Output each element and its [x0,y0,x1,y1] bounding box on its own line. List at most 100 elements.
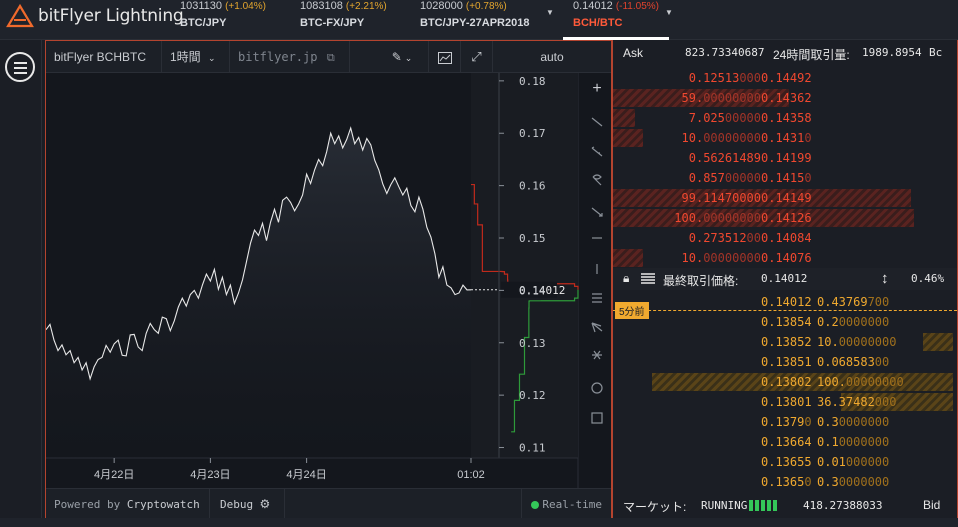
ask-total: 823.73340687 [685,46,765,59]
bid-size: 0.30000000 [817,475,890,489]
bid-price: 0.13801 [761,395,812,409]
scale-select[interactable]: auto [493,41,611,73]
gear-icon: ⚙ [259,497,271,511]
order-book-footer: マーケット: RUNNING 418.27388033 Bid [613,495,957,517]
ask-price: 0.14126 [761,211,812,225]
ask-row[interactable]: 0.56261489 0.14199 [613,148,957,168]
chart-footer: Powered by Cryptowatch Debug ⚙ Real-time [46,488,611,519]
ask-size: 59.00000000 [681,91,761,105]
left-sidebar [0,40,42,527]
ask-row[interactable]: 99.11470000 0.14149 [613,188,957,208]
y-tick-label: 0.13 [519,337,546,350]
market-tab-btc-jpy[interactable]: 1031130 (+1.04%) BTC/JPY [180,0,266,40]
crosshair-icon[interactable]: + [592,80,601,97]
top-bar: bitFlyer Lightning 1031130 (+1.04%) BTC/… [0,0,958,40]
five-min-marker: 5分前 [613,302,957,319]
market-name: BTC-FX/JPY [300,17,365,29]
ask-row[interactable]: 0.12513000 0.14492 [613,68,957,88]
indicators-button[interactable] [429,41,461,73]
hamburger-menu-icon[interactable] [5,52,35,82]
bid-price: 0.13790 [761,415,812,429]
logo[interactable]: bitFlyer Lightning [6,4,184,28]
market-change: (+2.21%) [345,1,387,12]
market-price: 1031130 [180,0,223,12]
market-name: BCH/BTC [573,17,623,29]
y-tick-label: 0.18 [519,75,546,88]
ask-row[interactable]: 100.00000000 0.14126 [613,208,957,228]
market-tab-btc-jpy-future[interactable]: 1028000 (+0.78%) BTC/JPY-27APR2018 ▼ [420,0,554,40]
bid-size: 0.10000000 [817,435,890,449]
ask-row[interactable]: 10.00000000 0.14076 [613,248,957,268]
interval-label: 1時間 [170,50,201,64]
powered-by-text: Powered by [54,498,127,511]
ask-price: 0.14149 [761,191,812,205]
market-price: 0.14012 [573,0,613,12]
bid-row[interactable]: 0.13801 36.37482000 [613,392,957,412]
bid-row[interactable]: 0.13790 0.30000000 [613,412,957,432]
x-tick-label: 4月22日 [94,469,134,481]
bitflyer-logo-icon [6,4,34,28]
chevron-down-icon: ⌄ [404,53,413,63]
scale-label: auto [540,50,564,64]
debug-button[interactable]: Debug ⚙ [220,489,270,519]
bid-row[interactable]: 0.13802 100.00000000 [613,372,957,392]
ask-size: 7.02500000 [688,111,761,125]
status-dot-icon [531,500,539,509]
signal-bars-icon [749,500,777,511]
bid-row[interactable]: 0.13650 0.30000000 [613,472,957,492]
realtime-indicator[interactable]: Real-time [531,489,602,519]
bid-depth-bar [922,333,953,351]
bid-size: 0.30000000 [817,415,890,429]
ask-depth-bar [613,109,636,127]
bid-row[interactable]: 0.13851 0.06858300 [613,352,957,372]
fullscreen-button[interactable]: ⤢ [461,41,493,73]
order-book-header: Ask 823.73340687 24時間取引量: 1989.8954 Bc [613,43,957,65]
draw-tool-menu[interactable]: ✎ ⌄ [376,41,429,73]
bid-row[interactable]: 0.13664 0.10000000 [613,432,957,452]
bid-price: 0.13852 [761,335,812,349]
market-name: BTC/JPY-27APR2018 [420,17,530,29]
last-price-value: 0.14012 [761,272,808,285]
price-chart[interactable]: 0.14012 0.18 0.17 0.16 0.15 0.14 0.13 0.12 0.11… [45,73,611,488]
bid-row[interactable]: 0.13852 10.00000000 [613,332,957,352]
bottom-panel-edge [0,518,958,527]
chevron-down-icon[interactable]: ▼ [546,8,554,17]
market-tab-btc-fx-jpy[interactable]: 1083108 (+2.21%) BTC-FX/JPY [300,0,387,40]
last-change: 0.46% [911,272,945,285]
powered-by-brand: Cryptowatch [126,498,200,511]
ask-row[interactable]: 0.27351200 0.14084 [613,228,957,248]
bid-size: 100.00000000 [817,375,904,389]
y-tick-label: 0.17 [519,127,546,140]
ask-size: 10.00000000 [681,131,761,145]
interval-select[interactable]: 1時間 ⌄ [162,41,230,73]
list-icon[interactable] [641,273,655,285]
five-min-badge: 5分前 [615,302,649,319]
bid-row[interactable]: 0.13655 0.01000000 [613,452,957,472]
ask-row[interactable]: 10.00000000 0.14310 [613,128,957,148]
lock-icon[interactable]: 🔒︎ [623,271,629,286]
ask-row[interactable]: 0.85700000 0.14150 [613,168,957,188]
market-change: (+1.04%) [225,1,266,12]
y-tick-label: 0.12 [519,389,546,402]
bid-price: 0.13655 [761,455,812,469]
ask-size: 99.11470000 [681,191,761,205]
volume-unit: Bc [929,46,943,59]
chevron-down-icon[interactable]: ▼ [665,8,673,17]
ask-row[interactable]: 59.00000000 0.14362 [613,88,957,108]
bid-price: 0.13650 [761,475,812,489]
ask-depth-bar [613,249,644,267]
ask-size: 0.85700000 [688,171,761,185]
exchange-link[interactable]: bitflyer.jp ⧉ [230,41,350,73]
ask-row[interactable]: 7.02500000 0.14358 [613,108,957,128]
spread-arrow-icon: ↕ [881,270,889,287]
bid-size: 36.37482000 [817,395,897,409]
powered-by[interactable]: Powered by Cryptowatch [54,489,200,519]
market-tab-bch-btc[interactable]: 0.14012 (-11.05%) BCH/BTC ▼ [563,0,677,40]
market-change: (+0.78%) [465,1,507,12]
y-tick-label: 0.16 [519,180,546,193]
chart-box-icon [437,51,452,64]
x-tick-label: 4月23日 [190,469,230,481]
chart-toolbar: bitFlyer BCHBTC 1時間 ⌄ bitflyer.jp ⧉ ✎ ⌄ ⤢… [46,41,611,73]
ask-depth-bar [613,129,644,147]
pencil-icon: ✎ [391,50,402,64]
